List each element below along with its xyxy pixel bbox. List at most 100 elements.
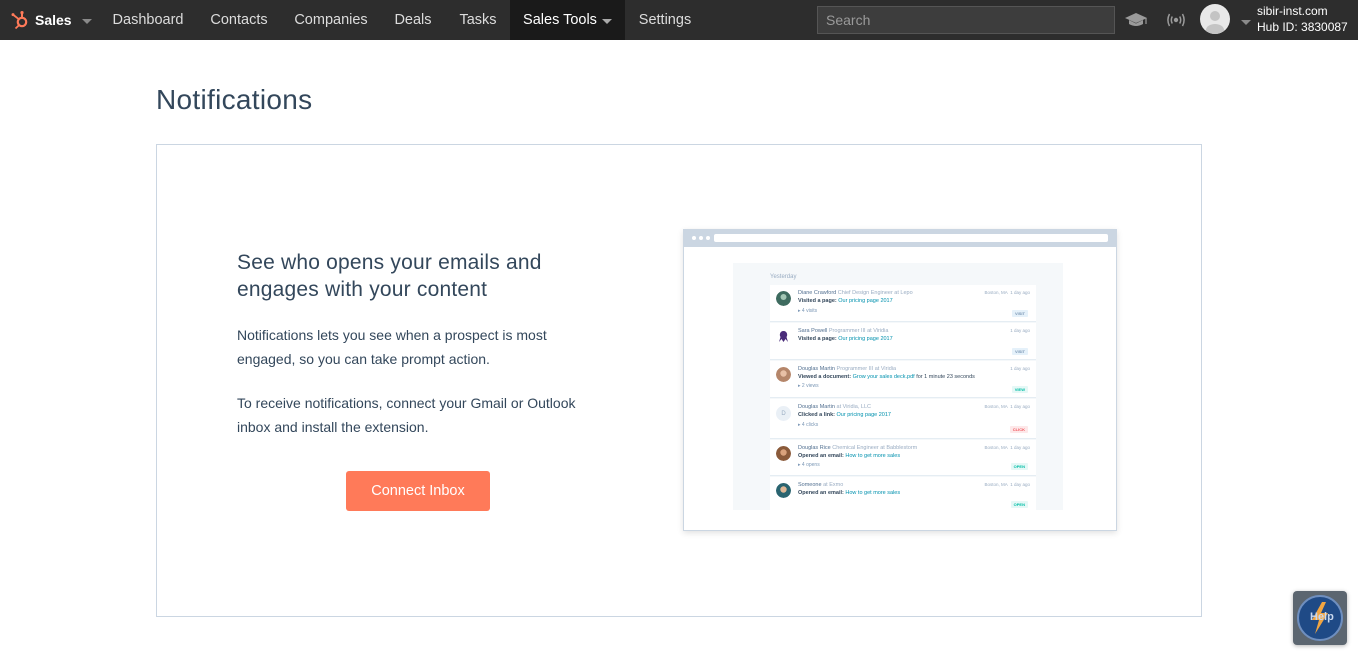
nav-item-dashboard[interactable]: Dashboard — [100, 0, 196, 40]
chevron-down-icon[interactable] — [1241, 20, 1251, 25]
action-label: Opened an email: — [798, 453, 844, 459]
item-time: 1 day ago — [1010, 328, 1030, 333]
empty-state-card: See who opens your emails and engages wi… — [156, 144, 1202, 617]
item-action: Viewed a document: Grow your sales deck.… — [798, 374, 975, 380]
item-action: Visited a page: Our pricing page 2017 — [798, 298, 893, 304]
contact-name: Someone — [798, 482, 822, 488]
academy-icon[interactable] — [1123, 8, 1149, 32]
top-navigation-bar: Sales Dashboard Contacts Companies Deals… — [0, 0, 1358, 40]
window-dot — [706, 236, 710, 240]
contact-role: Chief Design Engineer at Lepo — [837, 290, 913, 296]
item-count: ▸ 4 visits — [798, 308, 818, 314]
action-link: Our pricing page 2017 — [838, 336, 893, 342]
nav-item-sales-tools[interactable]: Sales Tools — [510, 0, 625, 40]
item-tag: VISIT — [1011, 310, 1028, 317]
window-dot — [699, 236, 703, 240]
item-location: Boston, MA — [984, 290, 1008, 295]
connect-inbox-button[interactable]: Connect Inbox — [346, 471, 490, 511]
contact-initial-avatar: D — [776, 406, 791, 421]
item-location: Boston, MA — [984, 404, 1008, 409]
item-meta: Boston, MA 1 day ago — [984, 290, 1030, 295]
action-label: Visited a page: — [798, 336, 837, 342]
contact-name-row: Douglas Rice Chemical Engineer at Babble… — [798, 445, 917, 451]
item-meta: Boston, MA 1 day ago — [984, 404, 1030, 409]
contact-name: Diane Crawford — [798, 290, 837, 296]
contact-name: Douglas Martin — [798, 366, 835, 372]
help-label: Help — [1310, 611, 1334, 623]
item-action: Visited a page: Our pricing page 2017 — [798, 336, 893, 342]
user-avatar[interactable] — [1200, 4, 1230, 34]
item-time: 1 day ago — [1010, 404, 1030, 409]
nav-item-contacts[interactable]: Contacts — [198, 0, 280, 40]
action-suffix: for 1 minute 23 seconds — [916, 374, 975, 380]
item-count: ▸ 4 clicks — [798, 422, 819, 428]
item-tag: OPEN — [1010, 463, 1028, 470]
contact-avatar — [776, 446, 791, 461]
window-dot — [692, 236, 696, 240]
action-label: Opened an email: — [798, 490, 844, 496]
action-label: Visited a page: — [798, 298, 837, 304]
window-dots — [692, 236, 710, 240]
nav-item-sales-tools-label: Sales Tools — [523, 12, 597, 28]
notifications-illustration: Yesterday Diane Crawford Chief Design En… — [683, 229, 1117, 531]
chevron-down-icon — [81, 18, 92, 24]
account-info[interactable]: sibir-inst.com Hub ID: 3830087 — [1257, 3, 1348, 35]
item-count: ▸ 4 opens — [798, 462, 820, 468]
hubspot-logo-icon — [11, 11, 28, 30]
action-link: Our pricing page 2017 — [838, 298, 893, 304]
contact-role: Chemical Engineer at Babblestorm — [832, 445, 918, 451]
item-time: 1 day ago — [1010, 482, 1030, 487]
item-time: 1 day ago — [1010, 445, 1030, 450]
item-meta: Boston, MA 1 day ago — [984, 445, 1030, 450]
browser-chrome — [684, 230, 1116, 247]
item-tag: CLICK — [1009, 426, 1028, 433]
contact-name-row: Sara Powell Programmer III at Viridia — [798, 328, 888, 334]
item-count-value: 4 clicks — [801, 422, 819, 428]
feed-item: Diane Crawford Chief Design Engineer at … — [770, 285, 1036, 322]
action-label: Clicked a link: — [798, 412, 835, 418]
empty-state-instructions: To receive notifications, connect your G… — [237, 395, 576, 435]
contact-role: at Viridia, LLC — [836, 404, 871, 410]
nav-item-companies[interactable]: Companies — [282, 0, 380, 40]
item-count-value: 4 opens — [801, 462, 820, 468]
item-meta: Boston, MA 1 day ago — [984, 482, 1030, 487]
brand-menu[interactable]: Sales — [10, 0, 92, 40]
item-tag: VISIT — [1011, 348, 1028, 355]
contact-avatar — [776, 329, 791, 344]
nav-item-deals[interactable]: Deals — [382, 0, 444, 40]
item-meta: 1 day ago — [1010, 366, 1030, 371]
empty-state-headline: See who opens your emails and engages wi… — [237, 251, 542, 301]
contact-avatar — [776, 367, 791, 382]
feed-item: D Douglas Martin at Viridia, LLC Boston,… — [770, 399, 1036, 439]
nav-item-settings[interactable]: Settings — [627, 0, 703, 40]
item-meta: 1 day ago — [1010, 328, 1030, 333]
address-bar — [714, 234, 1108, 242]
broadcast-icon[interactable] — [1163, 8, 1189, 32]
contact-name: Douglas Rice — [798, 445, 831, 451]
nav-item-tasks[interactable]: Tasks — [446, 0, 510, 40]
action-link: Our pricing page 2017 — [836, 412, 891, 418]
item-time: 1 day ago — [1010, 366, 1030, 371]
search-input[interactable] — [817, 6, 1115, 34]
contact-name: Douglas Martin — [798, 404, 835, 410]
help-widget-button[interactable]: Help — [1293, 591, 1347, 645]
contact-avatar — [776, 291, 791, 306]
notification-feed: Yesterday Diane Crawford Chief Design En… — [733, 263, 1063, 510]
contact-avatar — [776, 483, 791, 498]
contact-name-row: Someone at Exmo — [798, 482, 843, 488]
feed-item: Someone at Exmo Boston, MA 1 day ago Ope… — [770, 477, 1036, 510]
feed-item: Sara Powell Programmer III at Viridia 1 … — [770, 323, 1036, 360]
item-tag: VIEW — [1011, 386, 1028, 393]
contact-name: Sara Powell — [798, 328, 828, 334]
feed-day-label: Yesterday — [770, 274, 797, 280]
help-icon: Help — [1297, 595, 1343, 641]
feed-item: Douglas Rice Chemical Engineer at Babble… — [770, 440, 1036, 476]
account-domain: sibir-inst.com — [1257, 4, 1328, 18]
item-action: Opened an email: How to get more sales — [798, 490, 900, 496]
item-tag: OPEN — [1010, 501, 1028, 508]
contact-role: Programmer III at Viridia — [828, 328, 889, 334]
item-action: Clicked a link: Our pricing page 2017 — [798, 412, 891, 418]
empty-state-description: Notifications lets you see when a prospe… — [237, 327, 547, 367]
contact-role: Programmer III at Viridia — [836, 366, 897, 372]
brand-name: Sales — [35, 12, 72, 28]
